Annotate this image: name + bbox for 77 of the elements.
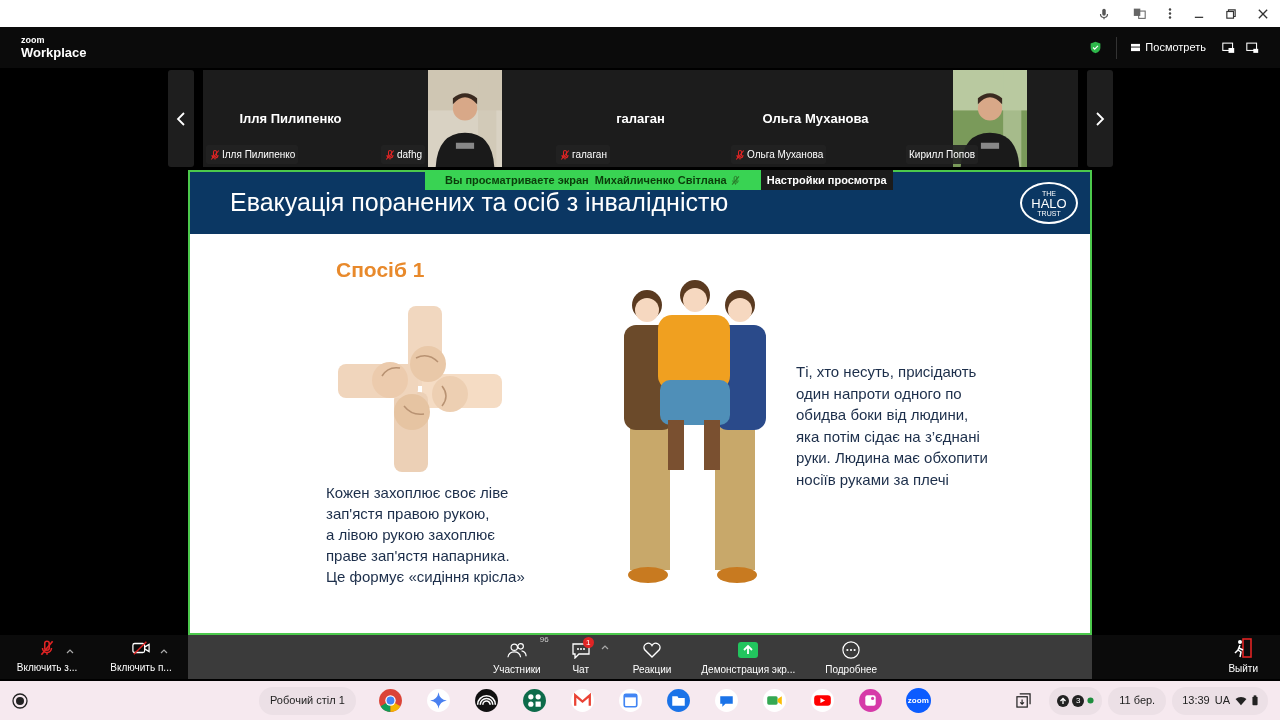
more-button[interactable]: Подробнее (819, 637, 884, 677)
caret-icon[interactable] (160, 649, 168, 654)
instruction-text: Кожен захоплює своє ліве зап'ястя правою рукою, а лівою рукою захоплює праве зап'ястя напарника. Це формує «сидіння крісла» (326, 483, 525, 587)
caret-icon[interactable] (66, 649, 74, 654)
microphone-icon[interactable] (1097, 6, 1111, 21)
view-settings-button[interactable]: Настройки просмотра (760, 170, 893, 190)
method-heading: Спосіб 1 (336, 257, 425, 283)
calendar-icon[interactable] (617, 688, 643, 713)
leave-button[interactable]: Выйти (1228, 638, 1258, 676)
participant-label: галаган (572, 148, 607, 162)
reactions-button[interactable]: Реакции (626, 637, 678, 677)
wifi-icon (1235, 695, 1247, 706)
notification-count: 3 (1072, 694, 1085, 707)
people-icon (506, 641, 527, 659)
participants-button[interactable]: Участники 96 (486, 637, 547, 677)
heart-icon (642, 641, 662, 659)
picture-in-picture-icon[interactable] (1222, 41, 1235, 54)
mail-icon[interactable] (569, 688, 595, 713)
status-dot-icon (1087, 697, 1095, 704)
status-tray[interactable]: 13:39 UA (1172, 686, 1268, 715)
chevron-left-icon (176, 110, 186, 127)
instruction-text: Ті, хто несуть, присідають один напроти одного по обидва боки від людини, яка потім сідає на з’єднані руки. Людина має обхопити носіїв руками за плечі (796, 362, 988, 490)
banner-text: Вы просматриваете экран Михайличенко Світлана (445, 172, 727, 188)
keyboard-language: UA (1214, 693, 1230, 709)
photo-app-icon[interactable] (857, 688, 883, 713)
muted-microphone-icon (729, 174, 741, 186)
participant-label: Ілля Пилипенко (222, 148, 296, 162)
participant-label: dafhg (397, 148, 423, 162)
shield-icon (1089, 41, 1103, 54)
participant-label: Кирилл Попов (909, 148, 976, 162)
chrome-icon[interactable] (377, 688, 403, 713)
start-video-button[interactable]: Включить п... (110, 639, 172, 675)
upload-icon (1057, 694, 1070, 707)
participant-tile[interactable]: Ольга Муханова Ольга Муханова (728, 70, 903, 167)
share-screen-icon (738, 641, 759, 659)
zoom-workplace-logo: zoom Workplace (21, 36, 87, 59)
view-icon (1131, 43, 1141, 52)
exit-icon (1233, 638, 1254, 658)
participant-count: 96 (539, 634, 549, 646)
close-icon[interactable] (1258, 8, 1268, 19)
launcher-icon[interactable] (12, 692, 28, 709)
window-layout-icon[interactable] (1246, 41, 1259, 54)
video-call-icon[interactable] (761, 688, 787, 713)
zoom-app-icon[interactable]: zoom (905, 688, 931, 713)
chat-icon (570, 641, 591, 659)
participant-label: Ольга Муханова (747, 148, 824, 162)
participant-tile[interactable]: галаган галаган (553, 70, 728, 167)
notification-tray[interactable]: 3 (1049, 686, 1103, 715)
participant-tile[interactable]: Кирилл Попов (903, 70, 1078, 167)
date-button[interactable]: 11 бер. (1108, 686, 1167, 715)
signal-icon[interactable] (473, 688, 499, 713)
more-icon[interactable] (1168, 7, 1172, 20)
share-screen-button[interactable]: Демонстрация экр... (695, 637, 802, 677)
sparkle-icon[interactable] (425, 688, 451, 713)
desk-button[interactable]: Робочий стіл 1 (259, 686, 356, 715)
participant-name: галаган (616, 109, 665, 128)
participant-tile[interactable]: dafhg (378, 70, 553, 167)
holding-space-icon[interactable] (1016, 693, 1032, 708)
caret-icon[interactable] (600, 645, 609, 650)
translate-icon[interactable] (1133, 7, 1146, 20)
battery-icon (1252, 695, 1258, 706)
play-icon[interactable] (809, 688, 835, 713)
participant-tile[interactable]: Ілля Пилипенко Ілля Пилипенко (203, 70, 378, 167)
chat-button[interactable]: Чат 1 (564, 637, 597, 677)
restore-icon[interactable] (1226, 8, 1236, 19)
participant-name: Ольга Муханова (762, 109, 869, 128)
unmute-button[interactable]: Включить з... (16, 639, 78, 675)
clock-time: 13:39 (1182, 693, 1210, 709)
chevron-right-icon (1095, 110, 1105, 127)
more-icon (841, 641, 862, 659)
participant-name: Ілля Пилипенко (239, 109, 342, 128)
view-button[interactable]: Посмотреть (1131, 39, 1206, 56)
message-icon[interactable] (713, 688, 739, 713)
unread-badge: 1 (582, 637, 594, 648)
folder-icon[interactable] (665, 688, 691, 713)
slide-title: Евакуація поранених та осіб з інвалідністю (230, 187, 730, 219)
apps-grid-icon[interactable] (521, 688, 547, 713)
